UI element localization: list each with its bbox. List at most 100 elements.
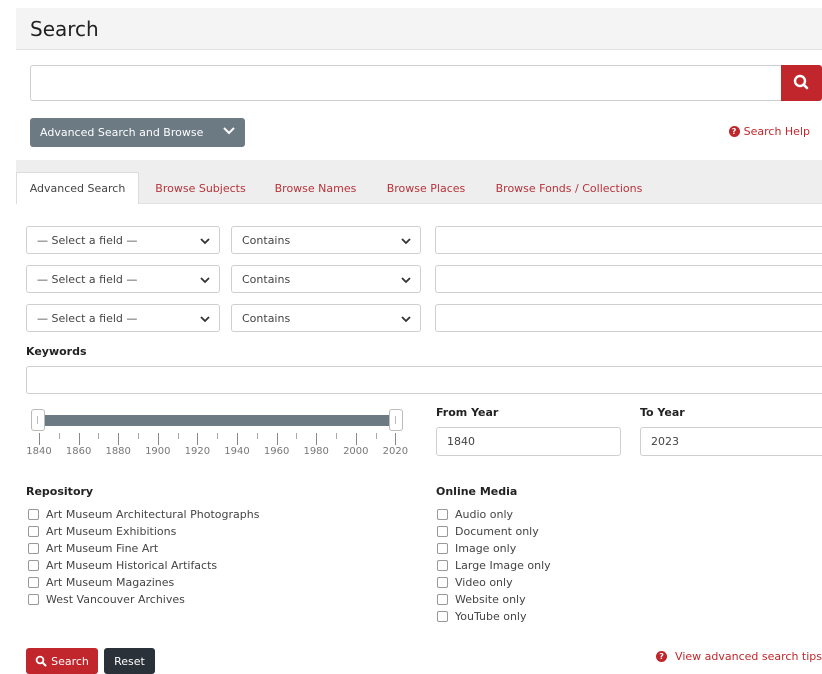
field-select-value: — Select a field — bbox=[37, 233, 138, 247]
tick-major bbox=[118, 433, 120, 445]
checkbox[interactable] bbox=[28, 543, 39, 554]
checkbox[interactable] bbox=[28, 560, 39, 571]
repository-option[interactable]: Art Museum Historical Artifacts bbox=[28, 557, 259, 574]
tab-browse-places[interactable]: Browse Places bbox=[372, 172, 480, 204]
search-help-label: Search Help bbox=[743, 125, 810, 138]
search-help-link[interactable]: ? Search Help bbox=[728, 125, 810, 138]
question-circle-icon: ? bbox=[656, 651, 668, 662]
repository-option[interactable]: Art Museum Architectural Photographs bbox=[28, 506, 259, 523]
tab-advanced-search[interactable]: Advanced Search bbox=[16, 172, 139, 204]
tick-major bbox=[276, 433, 278, 445]
tick-minor bbox=[138, 433, 139, 439]
tick-major bbox=[197, 433, 199, 445]
chevron-down-icon bbox=[401, 238, 411, 245]
tick-major bbox=[395, 433, 397, 445]
chevron-down-icon bbox=[200, 316, 210, 323]
from-year-label: From Year bbox=[436, 406, 499, 419]
field-value-input-2[interactable] bbox=[435, 265, 822, 293]
option-label: Art Museum Magazines bbox=[46, 576, 175, 589]
tick-minor bbox=[336, 433, 337, 439]
checkbox[interactable] bbox=[437, 560, 448, 571]
tick-label: 1840 bbox=[26, 446, 52, 457]
checkbox[interactable] bbox=[28, 509, 39, 520]
media-option[interactable]: Audio only bbox=[437, 506, 551, 523]
field-value-input-3[interactable] bbox=[435, 304, 822, 332]
question-circle-icon: ? bbox=[728, 126, 740, 137]
tips-label: View advanced search tips bbox=[675, 650, 822, 663]
field-value-input-1[interactable] bbox=[435, 226, 822, 254]
tick-label: 1940 bbox=[224, 446, 250, 457]
media-option[interactable]: Video only bbox=[437, 574, 551, 591]
operator-select-1[interactable]: Contains bbox=[231, 226, 421, 254]
advanced-search-toggle-label: Advanced Search and Browse bbox=[40, 126, 204, 139]
tick-label: 2000 bbox=[343, 446, 369, 457]
tick-label: 1920 bbox=[184, 446, 211, 457]
tick-label: 1880 bbox=[105, 446, 131, 457]
chevron-down-icon bbox=[401, 277, 411, 284]
year-range-slider[interactable] bbox=[32, 415, 402, 426]
option-label: Large Image only bbox=[455, 559, 551, 572]
media-option[interactable]: Large Image only bbox=[437, 557, 551, 574]
tick-major bbox=[355, 433, 357, 445]
tab-browse-fonds-collections[interactable]: Browse Fonds / Collections bbox=[484, 172, 654, 204]
option-label: Art Museum Fine Art bbox=[46, 542, 159, 555]
online-media-list: Audio only Document only Image only Larg… bbox=[437, 506, 551, 625]
reset-button[interactable]: Reset bbox=[104, 648, 155, 674]
search-button[interactable]: Search bbox=[26, 648, 98, 674]
field-select-1[interactable]: — Select a field — bbox=[26, 226, 220, 254]
from-year-input[interactable]: 1840 bbox=[436, 427, 621, 456]
slider-handle-min[interactable] bbox=[31, 409, 45, 431]
slider-handle-max[interactable] bbox=[389, 409, 403, 431]
tick-label: 1960 bbox=[263, 446, 290, 457]
media-option[interactable]: Website only bbox=[437, 591, 551, 608]
checkbox[interactable] bbox=[437, 543, 448, 554]
field-select-2[interactable]: — Select a field — bbox=[26, 265, 220, 293]
tab-browse-names[interactable]: Browse Names bbox=[262, 172, 369, 204]
to-year-input[interactable]: 2023 bbox=[640, 427, 822, 456]
search-submit-button[interactable] bbox=[781, 65, 822, 101]
field-select-3[interactable]: — Select a field — bbox=[26, 304, 220, 332]
checkbox[interactable] bbox=[437, 509, 448, 520]
keywords-label: Keywords bbox=[26, 345, 87, 358]
checkbox[interactable] bbox=[28, 577, 39, 588]
repository-option[interactable]: West Vancouver Archives bbox=[28, 591, 259, 608]
operator-select-value: Contains bbox=[242, 233, 291, 247]
checkbox[interactable] bbox=[28, 526, 39, 537]
tick-minor bbox=[177, 433, 179, 439]
search-button-label: Search bbox=[51, 654, 89, 668]
option-label: West Vancouver Archives bbox=[46, 593, 185, 606]
advanced-search-tips-link[interactable]: ? View advanced search tips bbox=[656, 650, 822, 663]
option-label: Art Museum Exhibitions bbox=[46, 525, 177, 538]
advanced-search-toggle[interactable]: Advanced Search and Browse bbox=[30, 118, 245, 147]
option-label: Image only bbox=[455, 542, 517, 555]
tick-minor bbox=[217, 433, 219, 439]
checkbox[interactable] bbox=[437, 594, 448, 605]
repository-label: Repository bbox=[26, 485, 94, 498]
checkbox[interactable] bbox=[437, 577, 448, 588]
repository-option[interactable]: Art Museum Fine Art bbox=[28, 540, 259, 557]
media-option[interactable]: YouTube only bbox=[437, 608, 551, 625]
operator-select-2[interactable]: Contains bbox=[231, 265, 421, 293]
checkbox[interactable] bbox=[28, 594, 39, 605]
search-input[interactable] bbox=[30, 65, 781, 101]
tick-major bbox=[316, 433, 318, 445]
media-option[interactable]: Document only bbox=[437, 523, 551, 540]
tick-label: 2020 bbox=[382, 446, 409, 457]
keywords-input[interactable] bbox=[26, 366, 822, 394]
tick-minor bbox=[256, 433, 258, 439]
tab-browse-subjects[interactable]: Browse Subjects bbox=[142, 172, 259, 204]
repository-option[interactable]: Art Museum Magazines bbox=[28, 574, 259, 591]
tick-label: 1980 bbox=[303, 446, 329, 457]
checkbox[interactable] bbox=[437, 526, 448, 537]
tick-label: 1860 bbox=[65, 446, 92, 457]
checkbox[interactable] bbox=[437, 611, 448, 622]
operator-select-3[interactable]: Contains bbox=[231, 304, 421, 332]
from-year-value: 1840 bbox=[447, 435, 475, 448]
option-label: Website only bbox=[455, 593, 526, 606]
chevron-down-icon bbox=[200, 238, 210, 245]
tick-minor bbox=[375, 433, 377, 439]
page-header: Search bbox=[16, 8, 822, 50]
media-option[interactable]: Image only bbox=[437, 540, 551, 557]
tick-major bbox=[39, 433, 40, 445]
repository-option[interactable]: Art Museum Exhibitions bbox=[28, 523, 259, 540]
